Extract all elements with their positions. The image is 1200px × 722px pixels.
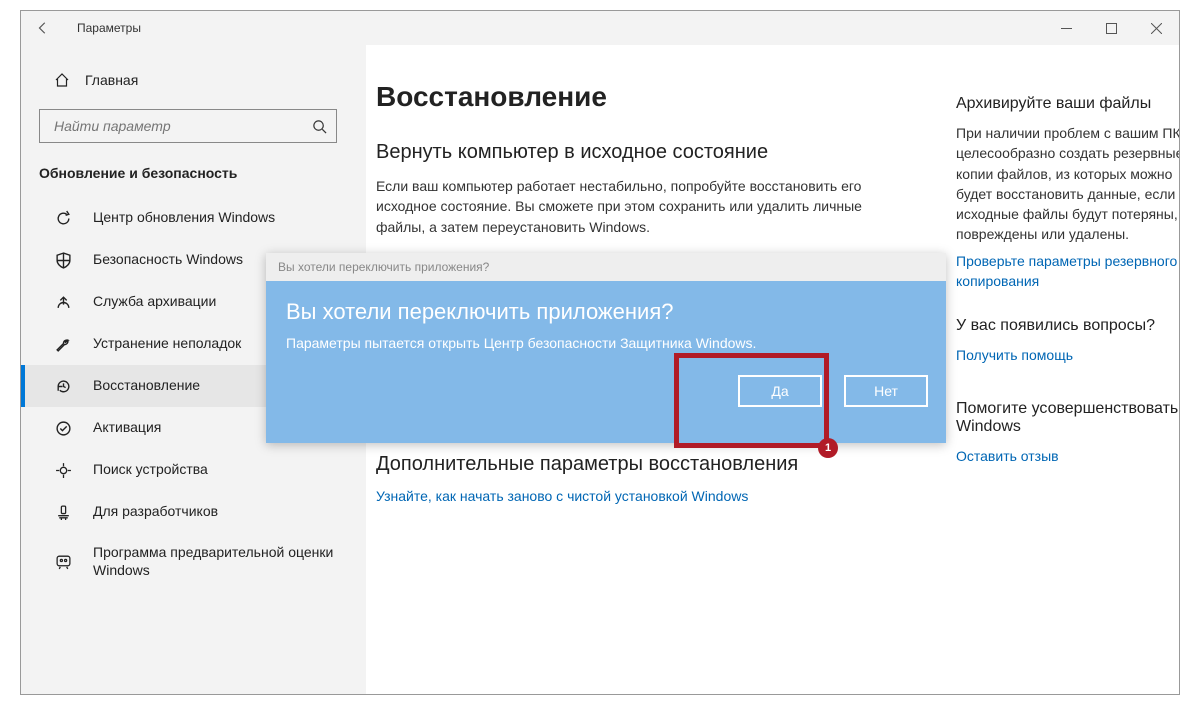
right-body-backup: При наличии проблем с вашим ПК целесообр… [956, 123, 1180, 245]
window-title: Параметры [77, 21, 141, 35]
sidebar-item-label: Программа предварительной оценки Windows [93, 544, 341, 579]
section-body: Если ваш компьютер работает нестабильно,… [376, 176, 906, 237]
history-icon [53, 376, 73, 396]
backup-settings-link[interactable]: Проверьте параметры резервного копирован… [956, 253, 1177, 289]
sidebar-item-label: Восстановление [93, 377, 200, 395]
dialog-message: Параметры пытается открыть Центр безопас… [286, 335, 926, 351]
sidebar-item-label: Центр обновления Windows [93, 209, 275, 227]
sidebar-item-update[interactable]: Центр обновления Windows [21, 197, 351, 239]
page-title: Восстановление [376, 81, 906, 113]
minimize-button[interactable] [1044, 11, 1089, 45]
settings-window: Параметры Главная Обновлен [20, 10, 1180, 695]
shield-icon [53, 250, 73, 270]
back-button[interactable] [31, 16, 55, 40]
minimize-icon [1061, 23, 1072, 34]
sidebar-item-insider[interactable]: Программа предварительной оценки Windows [21, 533, 351, 590]
titlebar: Параметры [21, 11, 1179, 45]
location-icon [53, 460, 73, 480]
backup-icon [53, 292, 73, 312]
sidebar-item-label: Устранение неполадок [93, 335, 241, 353]
dialog-buttons: Да Нет [738, 375, 928, 407]
close-button[interactable] [1134, 11, 1179, 45]
developer-icon [53, 502, 73, 522]
feedback-link[interactable]: Оставить отзыв [956, 448, 1059, 464]
app-switch-dialog: Вы хотели переключить приложения? Вы хот… [266, 253, 946, 443]
sidebar-item-home[interactable]: Главная [21, 65, 351, 95]
check-circle-icon [53, 418, 73, 438]
search-input[interactable] [52, 117, 310, 135]
sidebar-item-label: Активация [93, 419, 161, 437]
sidebar-item-label: Поиск устройства [93, 461, 208, 479]
search-box[interactable] [39, 109, 337, 143]
dialog-title: Вы хотели переключить приложения? [286, 299, 926, 325]
insider-icon [53, 552, 73, 572]
right-heading-questions: У вас появились вопросы? [956, 317, 1180, 335]
dialog-caption: Вы хотели переключить приложения? [266, 253, 946, 274]
section-title: Вернуть компьютер в исходное состояние [376, 141, 906, 164]
maximize-icon [1106, 23, 1117, 34]
search-icon [310, 117, 328, 135]
get-help-link[interactable]: Получить помощь [956, 347, 1073, 363]
refresh-icon [53, 208, 73, 228]
maximize-button[interactable] [1089, 11, 1134, 45]
dialog-body: Вы хотели переключить приложения? Параме… [266, 281, 946, 443]
fresh-start-link[interactable]: Узнайте, как начать заново с чистой уста… [376, 488, 748, 504]
wrench-icon [53, 334, 73, 354]
sidebar-item-find-device[interactable]: Поиск устройства [21, 449, 351, 491]
sidebar-item-developers[interactable]: Для разработчиков [21, 491, 351, 533]
sidebar-item-label: Безопасность Windows [93, 251, 243, 269]
dialog-no-button[interactable]: Нет [844, 375, 928, 407]
sidebar-item-label: Для разработчиков [93, 503, 218, 521]
sidebar-item-label: Служба архивации [93, 293, 216, 311]
sidebar-home-label: Главная [85, 72, 138, 88]
section-more-recovery: Дополнительные параметры восстановления … [376, 453, 906, 506]
right-column: Архивируйте ваши файлы При наличии пробл… [956, 81, 1180, 674]
right-heading-backup: Архивируйте ваши файлы [956, 95, 1180, 113]
arrow-left-icon [36, 21, 50, 35]
section-reset: Вернуть компьютер в исходное состояние Е… [376, 141, 906, 237]
right-heading-feedback: Помогите усовершенствовать Windows [956, 400, 1180, 436]
dialog-yes-button[interactable]: Да [738, 375, 822, 407]
close-icon [1151, 23, 1162, 34]
home-icon [53, 71, 71, 89]
window-controls [1044, 11, 1179, 45]
section-title: Дополнительные параметры восстановления [376, 453, 906, 476]
sidebar-category: Обновление и безопасность [21, 161, 351, 187]
